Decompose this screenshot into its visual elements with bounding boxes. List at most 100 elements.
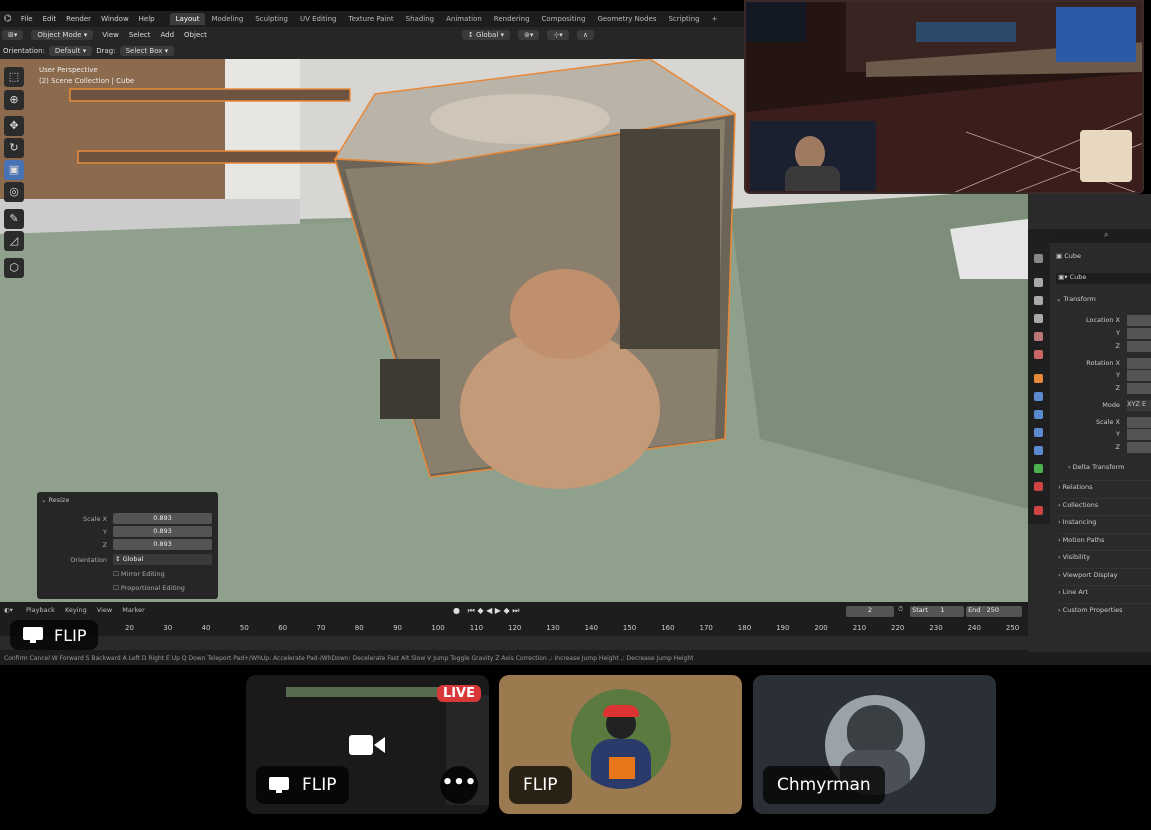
scale-x-field[interactable]: 0.893 (113, 513, 212, 524)
timeline-editor-icon[interactable]: ◐▾ (4, 606, 13, 614)
tab-rendering[interactable]: Rendering (488, 13, 536, 25)
data-tab-icon[interactable] (1034, 464, 1043, 473)
transform-header[interactable]: ⌄ Transform (1056, 295, 1096, 303)
timeline-menu-keying[interactable]: Keying (65, 606, 87, 614)
orientation-select[interactable]: Default ▾ (48, 46, 93, 56)
location-y-field[interactable] (1127, 328, 1151, 339)
viewport-menu-add[interactable]: Add (160, 31, 174, 39)
transform-tool[interactable]: ◎ (4, 182, 24, 202)
viewport-menu-view[interactable]: View (102, 31, 119, 39)
section-relations[interactable]: › Relations (1058, 480, 1151, 491)
transform-orientation-select[interactable]: ↕ Global ▾ (461, 30, 511, 40)
section-instancing[interactable]: › Instancing (1058, 515, 1151, 526)
current-frame-field[interactable]: 2 (846, 606, 894, 617)
world-tab-icon[interactable] (1034, 350, 1043, 359)
jump-end-button[interactable]: ⏭ (512, 606, 519, 615)
viewport-menu-select[interactable]: Select (129, 31, 151, 39)
participant-tile-chmyrman[interactable]: Chmyrman (753, 675, 996, 814)
modifiers-tab-icon[interactable] (1034, 392, 1043, 401)
tool-tab-icon[interactable] (1034, 254, 1043, 263)
measure-tool[interactable]: ◿ (4, 231, 24, 251)
start-label: Start (912, 606, 928, 614)
mirror-editing-checkbox[interactable]: ☐ Mirror Editing (113, 570, 165, 578)
section-viewport-display[interactable]: › Viewport Display (1058, 567, 1151, 579)
tab-sculpting[interactable]: Sculpting (249, 13, 294, 25)
pivot-point-button[interactable]: ⊚▾ (518, 30, 540, 40)
location-x-field[interactable] (1127, 315, 1151, 326)
tab-scripting[interactable]: Scripting (662, 13, 705, 25)
select-box-tool[interactable]: ⬚ (4, 67, 24, 87)
play-button[interactable]: ▶ (495, 606, 501, 615)
jump-start-button[interactable]: ⏮ (468, 606, 475, 615)
tab-compositing[interactable]: Compositing (536, 13, 592, 25)
scale-x-prop-field[interactable] (1127, 417, 1151, 428)
proportional-editing-checkbox[interactable]: ☐ Proportional Editing (113, 584, 185, 592)
resize-panel-header[interactable]: ⌄ Resize (41, 496, 69, 504)
menu-help[interactable]: Help (139, 15, 155, 23)
more-options-button[interactable]: ••• (440, 766, 478, 804)
proportional-editing-button[interactable]: ∧ (576, 30, 594, 40)
editor-type-button[interactable]: ⊞▾ (2, 30, 24, 40)
timeline-tick: 140 (584, 624, 598, 632)
section-custom-properties[interactable]: › Custom Properties (1058, 602, 1151, 614)
render-tab-icon[interactable] (1034, 278, 1043, 287)
participant-tile-flip[interactable]: FLIP (499, 675, 742, 814)
location-z-field[interactable] (1127, 341, 1151, 352)
tab-uv-editing[interactable]: UV Editing (294, 13, 343, 25)
section-collections[interactable]: › Collections (1058, 497, 1151, 509)
rotate-tool[interactable]: ↻ (4, 138, 24, 158)
timeline-menu-playback[interactable]: Playback (26, 606, 55, 614)
tab-modeling[interactable]: Modeling (205, 13, 249, 25)
add-cube-tool[interactable]: ⬡ (4, 258, 24, 278)
next-keyframe-button[interactable]: ◆ (503, 606, 509, 615)
mode-select[interactable]: Object Mode ▾ (31, 30, 94, 40)
tab-geometry-nodes[interactable]: Geometry Nodes (591, 13, 662, 25)
menu-render[interactable]: Render (66, 15, 91, 23)
viewport-menu: View Select Add Object (97, 31, 212, 39)
section-visibility[interactable]: › Visibility (1058, 550, 1151, 561)
section-line-art[interactable]: › Line Art (1058, 585, 1151, 596)
tab-animation[interactable]: Animation (440, 13, 488, 25)
scale-z-prop-field[interactable] (1127, 442, 1151, 453)
record-button[interactable]: ● (453, 606, 460, 615)
output-tab-icon[interactable] (1034, 296, 1043, 305)
cursor-tool[interactable]: ⊕ (4, 90, 24, 110)
orientation-select-op[interactable]: ↕ Global (113, 554, 212, 565)
menu-file[interactable]: File (21, 15, 33, 23)
prev-keyframe-button[interactable]: ◆ (477, 606, 483, 615)
rotation-z-field[interactable] (1127, 383, 1151, 394)
snap-button[interactable]: ⊹▾ (547, 30, 569, 40)
blender-logo-icon[interactable]: ⌬ (4, 14, 12, 24)
start-frame-field[interactable]: Start 1 (910, 606, 964, 617)
annotate-tool[interactable]: ✎ (4, 209, 24, 229)
delta-transform-header[interactable]: › Delta Transform (1068, 463, 1124, 471)
end-frame-field[interactable]: End 250 (966, 606, 1022, 617)
menu-window[interactable]: Window (101, 15, 129, 23)
scale-y-prop-field[interactable] (1127, 429, 1151, 440)
resize-operator-panel[interactable]: ⌄ Resize Scale X 0.893 Y 0.893 Z 0.893 O… (37, 492, 218, 599)
viewport-menu-object[interactable]: Object (184, 31, 207, 39)
add-workspace-button[interactable]: + (712, 15, 718, 23)
menu-edit[interactable]: Edit (43, 15, 57, 23)
section-motion-paths[interactable]: › Motion Paths (1058, 532, 1151, 544)
move-tool[interactable]: ✥ (4, 116, 24, 136)
tab-layout[interactable]: Layout (169, 13, 206, 25)
rotation-x-field[interactable] (1127, 358, 1151, 369)
timeline-menu-marker[interactable]: Marker (122, 606, 144, 614)
object-name-field[interactable]: ▣▾ Cube (1056, 273, 1151, 284)
tab-texture-paint[interactable]: Texture Paint (343, 13, 400, 25)
material-tab-icon[interactable] (1034, 482, 1043, 491)
scale-tool[interactable]: ▣ (4, 160, 24, 180)
screen-share-badge: FLIP (10, 620, 99, 650)
rotation-y-field[interactable] (1127, 370, 1151, 381)
timeline-track[interactable] (0, 636, 1028, 650)
drag-select[interactable]: Select Box ▾ (119, 46, 175, 56)
scale-z-field[interactable]: 0.893 (113, 539, 212, 550)
participant-tile-screenshare[interactable]: LIVE FLIP ••• (246, 675, 489, 814)
rotation-mode-select[interactable]: XYZ E (1127, 400, 1151, 411)
tab-shading[interactable]: Shading (400, 13, 440, 25)
texture-tab-icon[interactable] (1034, 506, 1043, 515)
timeline-menu-view[interactable]: View (97, 606, 112, 614)
scale-y-field[interactable]: 0.893 (113, 526, 212, 537)
play-reverse-button[interactable]: ◀ (486, 606, 492, 615)
